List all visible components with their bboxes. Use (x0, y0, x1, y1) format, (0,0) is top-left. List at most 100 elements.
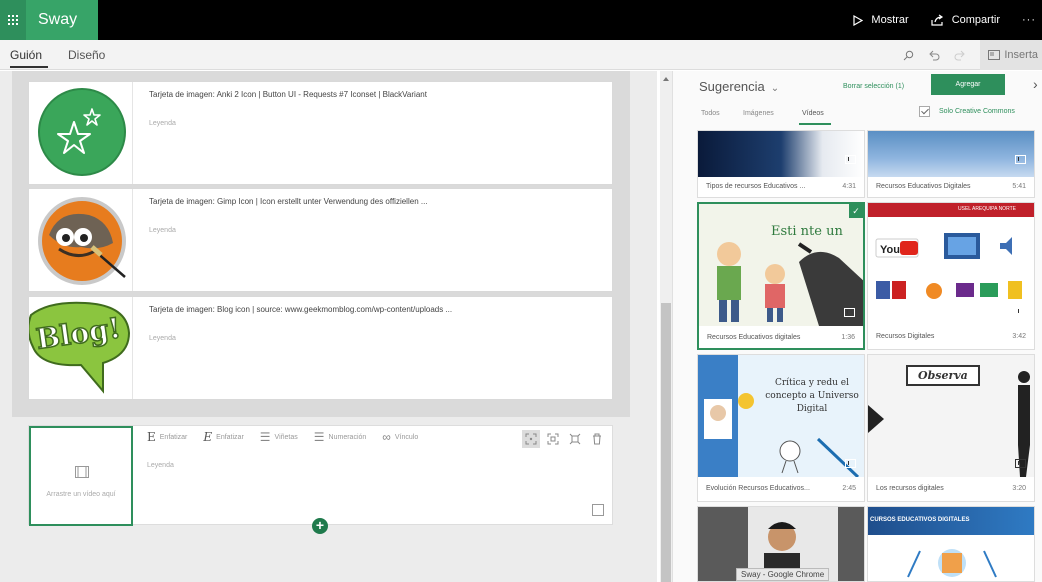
app-name[interactable]: Sway (26, 0, 98, 40)
bullet-list-icon: ☰ (259, 430, 271, 444)
active-tab-indicator (10, 66, 48, 68)
emphasize-italic-button[interactable]: E Enfatizar (203, 430, 243, 444)
chevron-down-icon: ⌄ (770, 83, 780, 94)
scroll-up-arrow-icon[interactable] (663, 77, 669, 81)
window-tooltip: Sway - Google Chrome (736, 568, 830, 581)
card-title[interactable]: Tarjeta de imagen: Gimp Icon | Icon erst… (149, 197, 428, 206)
video-result-tile[interactable]: CURSOS EDUCATIVOS DIGITALES (867, 506, 1035, 582)
video-icon (75, 466, 89, 478)
video-overlay-text: Observa (906, 365, 980, 386)
redo-icon[interactable] (954, 50, 966, 61)
tab-design[interactable]: Diseño (68, 48, 105, 62)
video-title: Los recursos digitales (876, 485, 944, 492)
bullets-button[interactable]: ☰ Viñetas (260, 430, 298, 444)
more-options-icon[interactable]: ··· (1022, 14, 1036, 26)
video-result-tile[interactable]: Tipos de recursos Educativos ... 4:31 (697, 130, 865, 198)
chevron-right-icon[interactable]: › (1033, 76, 1038, 92)
add-card-button[interactable]: + (312, 518, 328, 534)
blog-bubble-icon: Blog! (29, 301, 131, 394)
video-duration: 3:20 (1012, 485, 1026, 492)
video-result-tile[interactable]: Recursos Educativos Digitales 5:41 (867, 130, 1035, 198)
card-thumbnail[interactable] (29, 189, 133, 291)
video-duration: 1:36 (841, 334, 855, 341)
link-button[interactable]: ∞ Vínculo (382, 430, 418, 444)
card-thumbnail[interactable]: Blog! (29, 297, 133, 399)
anki-star-icon (38, 88, 126, 176)
filter-videos[interactable]: Vídeos (802, 110, 824, 117)
numbered-list-icon: ☰ (313, 430, 325, 444)
present-label: Mostrar (871, 14, 909, 26)
link-icon: ∞ (382, 430, 391, 444)
checkbox-checked-icon[interactable] (919, 106, 930, 117)
selected-check-icon: ✓ (849, 204, 863, 218)
focus-point-icon[interactable] (522, 430, 540, 448)
video-film-icon (844, 308, 855, 317)
video-duration: 4:31 (842, 183, 856, 190)
share-button[interactable]: Compartir (931, 14, 1000, 26)
caption-field[interactable]: Leyenda (147, 462, 174, 469)
clear-selection-link[interactable]: Borrar selección (1) (843, 83, 904, 90)
image-card[interactable]: Tarjeta de imagen: Gimp Icon | Icon erst… (28, 188, 613, 292)
add-button[interactable]: Agregar (931, 74, 1005, 95)
video-thumbnail (698, 131, 864, 177)
video-drop-zone[interactable]: Arrastre un vídeo aquí (29, 426, 133, 526)
insert-button[interactable]: Inserta (980, 40, 1042, 70)
card-caption[interactable]: Leyenda (149, 227, 176, 234)
scrollbar-thumb[interactable] (661, 303, 671, 582)
card-checkbox[interactable] (592, 504, 604, 516)
suggestions-dropdown[interactable]: Sugerencia ⌄ (699, 79, 779, 94)
share-label: Compartir (951, 14, 1000, 26)
app-launcher-icon[interactable] (0, 0, 26, 40)
video-film-icon (1015, 307, 1026, 316)
video-thumbnail (868, 131, 1034, 177)
video-drop-label: Arrastre un vídeo aquí (46, 491, 116, 498)
video-title: Recursos Educativos Digitales (876, 183, 971, 190)
view-tabs-bar: Guión Diseño Inserta (0, 40, 1042, 70)
bold-emphasis-icon: E (147, 430, 156, 444)
emphasize-button[interactable]: E Enfatizar (147, 430, 187, 444)
present-button[interactable]: Mostrar (853, 14, 909, 26)
italic-emphasis-icon: E (203, 430, 213, 444)
numbering-label: Numeración (328, 433, 367, 441)
video-thumbnail: Crítica y redu el concepto a Universo Di… (698, 355, 864, 477)
suggestions-pane: Sugerencia ⌄ Borrar selección (1) Agregar… (672, 71, 1042, 582)
video-thumbnail: Esti nte un ✓ (699, 204, 863, 326)
video-result-tile[interactable]: Crítica y redu el concepto a Universo Di… (697, 354, 865, 502)
card-caption[interactable]: Leyenda (149, 120, 176, 127)
undo-icon[interactable] (928, 50, 940, 61)
delete-icon[interactable] (588, 430, 606, 448)
storyline-scrollbar[interactable] (660, 71, 672, 582)
video-overlay-text: Crítica y redu el concepto a Universo Di… (765, 378, 859, 414)
filter-images[interactable]: Imágenes (743, 110, 774, 117)
svg-text:You: You (880, 244, 900, 256)
creative-commons-toggle[interactable]: Solo Creative Commons (919, 106, 1015, 117)
card-title[interactable]: Tarjeta de imagen: Blog icon | source: w… (149, 305, 452, 314)
image-card[interactable]: Tarjeta de imagen: Anki 2 Icon | Button … (28, 81, 613, 185)
numbering-button[interactable]: ☰ Numeración (314, 430, 367, 444)
insert-icon (988, 50, 1001, 60)
card-thumbnail[interactable] (29, 82, 133, 184)
video-thumbnail: CURSOS EDUCATIVOS DIGITALES (868, 507, 1034, 581)
image-card[interactable]: Blog! Tarjeta de imagen: Blog icon | sou… (28, 296, 613, 400)
video-result-tile[interactable]: USEL AREQUIPA NORTE You Recursos Digital… (867, 202, 1035, 350)
search-icon[interactable] (903, 50, 914, 61)
play-icon (853, 14, 864, 26)
video-result-tile[interactable]: Observa Los recursos digitales 3:20 (867, 354, 1035, 502)
app-header: Sway Mostrar Compartir ··· (0, 0, 1042, 40)
card-title[interactable]: Tarjeta de imagen: Anki 2 Icon | Button … (149, 90, 427, 99)
video-result-tile-selected[interactable]: Esti nte un ✓ Recursos Educativos digita… (697, 202, 865, 350)
card-caption[interactable]: Leyenda (149, 335, 176, 342)
video-duration: 5:41 (1012, 183, 1026, 190)
filter-all[interactable]: Todos (701, 110, 720, 117)
tab-storyline[interactable]: Guión (10, 48, 42, 62)
bullets-label: Viñetas (274, 433, 298, 441)
creative-commons-label: Solo Creative Commons (939, 108, 1015, 115)
text-format-toolbar: E Enfatizar E Enfatizar ☰ Viñetas ☰ Nume… (147, 430, 434, 444)
link-label: Vínculo (394, 433, 419, 441)
video-card-editor[interactable]: Arrastre un vídeo aquí E Enfatizar E Enf… (28, 425, 613, 526)
video-duration: 3:42 (1012, 333, 1026, 340)
expand-icon[interactable] (566, 430, 584, 448)
crop-focus-icon[interactable] (544, 430, 562, 448)
video-title: Evolución Recursos Educativos... (706, 485, 810, 492)
video-film-icon (845, 155, 856, 164)
